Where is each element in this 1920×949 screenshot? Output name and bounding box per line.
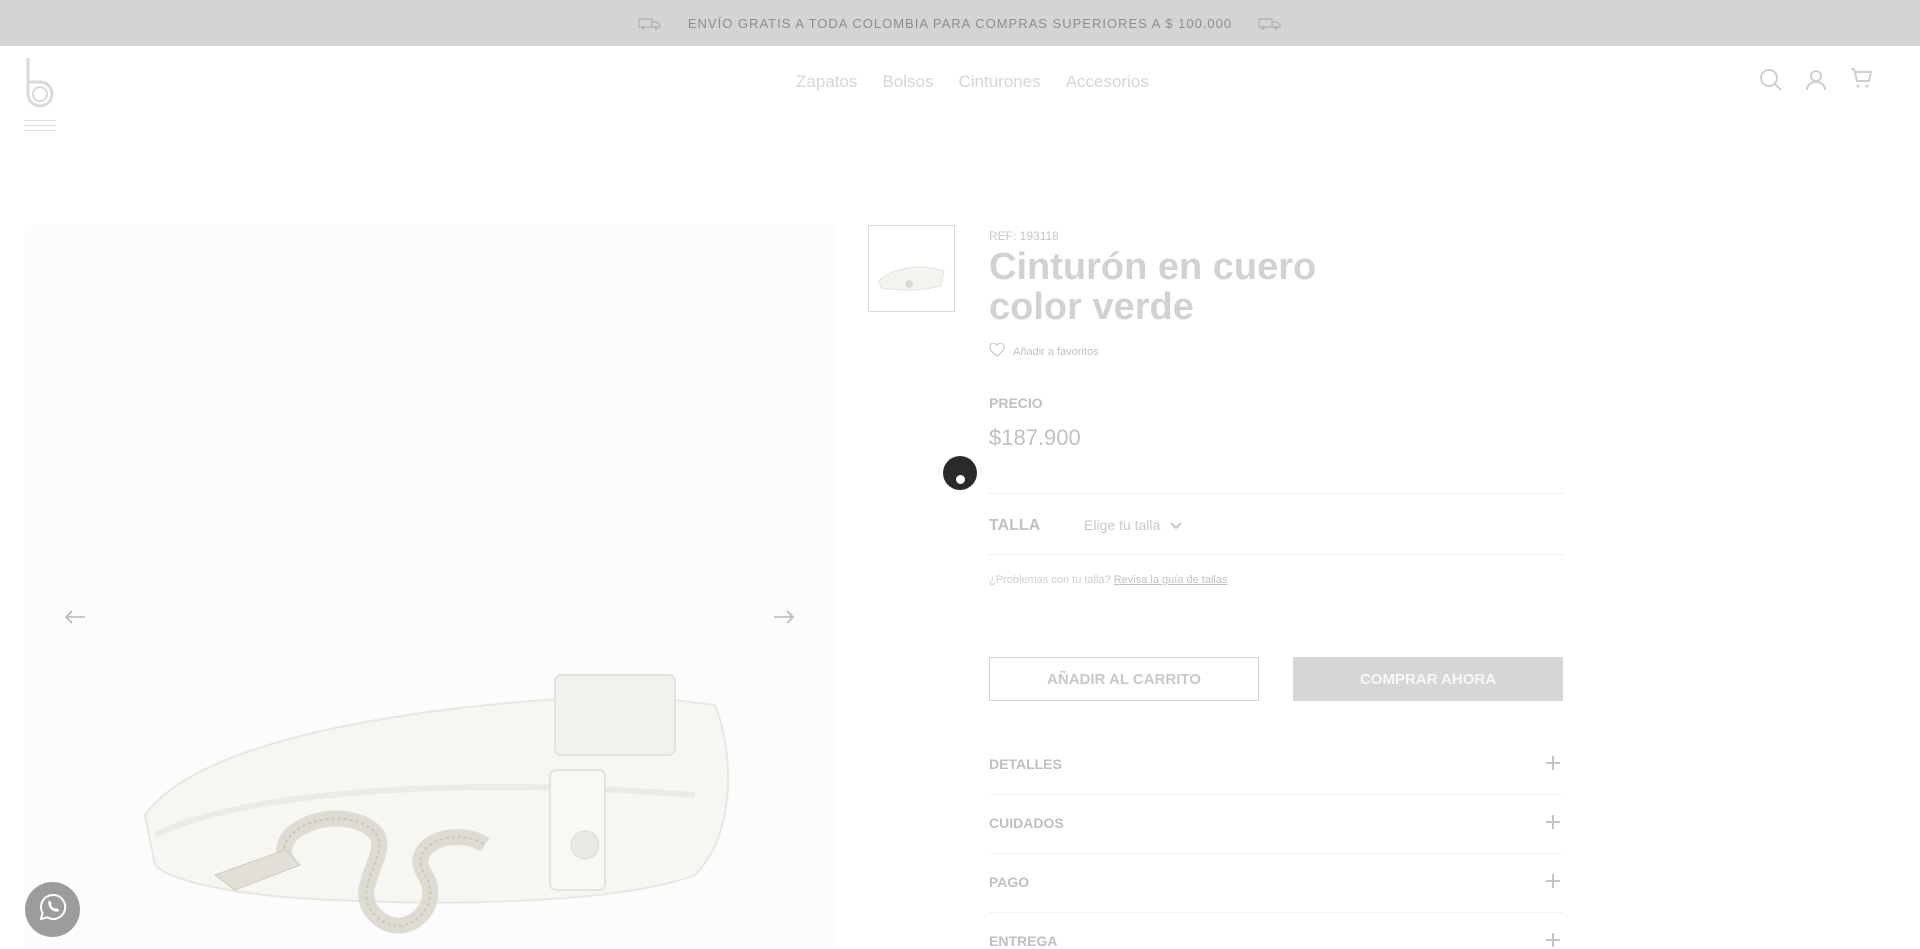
brand-logo[interactable] xyxy=(24,56,56,108)
user-icon[interactable] xyxy=(1804,68,1828,92)
product-gallery xyxy=(25,225,834,947)
arrow-right-icon[interactable] xyxy=(772,609,796,625)
product-image xyxy=(135,635,765,947)
add-to-favorites[interactable]: Añadir a favoritos xyxy=(989,342,1099,360)
plus-icon xyxy=(1546,874,1560,888)
hamburger-menu-icon[interactable] xyxy=(24,120,56,134)
size-selector-row: TALLA Elige tu talla xyxy=(989,493,1563,555)
accordion-cuidados[interactable]: CUIDADOS xyxy=(989,795,1563,854)
loading-spinner xyxy=(943,456,977,490)
main-nav: Zapatos Bolsos Cinturones Accesorios xyxy=(796,72,1149,92)
add-to-cart-button[interactable]: AÑADIR AL CARRITO xyxy=(989,657,1259,701)
nav-item-cinturones[interactable]: Cinturones xyxy=(958,72,1040,92)
accordion-label: CUIDADOS xyxy=(989,815,1064,831)
plus-icon xyxy=(1546,815,1560,829)
product-price: $187.900 xyxy=(989,425,1081,450)
nav-item-bolsos[interactable]: Bolsos xyxy=(882,72,933,92)
product-ref: REF: 193118 xyxy=(989,229,1059,243)
chevron-down-icon xyxy=(1170,517,1182,533)
size-guide-link[interactable]: Revisa la guía de tallas xyxy=(1114,574,1228,586)
search-icon[interactable] xyxy=(1759,68,1783,92)
accordion-pago[interactable]: PAGO xyxy=(989,854,1563,913)
site-header: Zapatos Bolsos Cinturones Accesorios xyxy=(0,46,1920,146)
nav-item-zapatos[interactable]: Zapatos xyxy=(796,72,857,92)
whatsapp-icon xyxy=(38,892,68,927)
cart-icon[interactable] xyxy=(1849,66,1873,90)
size-select-value: Elige tu talla xyxy=(1084,517,1161,533)
accordion-detalles[interactable]: DETALLES xyxy=(989,736,1563,795)
plus-icon xyxy=(1546,933,1560,947)
accordion-label: PAGO xyxy=(989,874,1030,890)
buy-now-button[interactable]: COMPRAR AHORA xyxy=(1293,657,1563,701)
accordion-entrega[interactable]: ENTREGA xyxy=(989,913,1563,949)
announcement-text: ENVÍO GRATIS A TODA COLOMBIA PARA COMPRA… xyxy=(687,15,1233,31)
price-label: PRECIO xyxy=(989,395,1043,411)
arrow-left-icon[interactable] xyxy=(63,609,87,625)
truck-icon xyxy=(638,16,662,30)
plus-icon xyxy=(1546,756,1560,770)
product-thumbnail[interactable] xyxy=(868,225,955,312)
size-label: TALLA xyxy=(989,517,1041,534)
heart-icon xyxy=(989,342,1005,360)
product-title: Cinturón en cuero color verde xyxy=(989,246,1317,328)
size-select[interactable]: Elige tu talla xyxy=(1084,517,1182,533)
nav-item-accesorios[interactable]: Accesorios xyxy=(1066,72,1149,92)
truck-icon xyxy=(1258,16,1282,30)
accordion-label: DETALLES xyxy=(989,756,1062,772)
whatsapp-button[interactable] xyxy=(25,882,80,937)
announcement-bar: ENVÍO GRATIS A TODA COLOMBIA PARA COMPRA… xyxy=(0,0,1920,46)
favorites-label: Añadir a favoritos xyxy=(1013,345,1099,358)
size-help-text: ¿Problemas con tu talla? xyxy=(989,574,1111,586)
size-help: ¿Problemas con tu talla? Revisa la guía … xyxy=(989,574,1227,586)
